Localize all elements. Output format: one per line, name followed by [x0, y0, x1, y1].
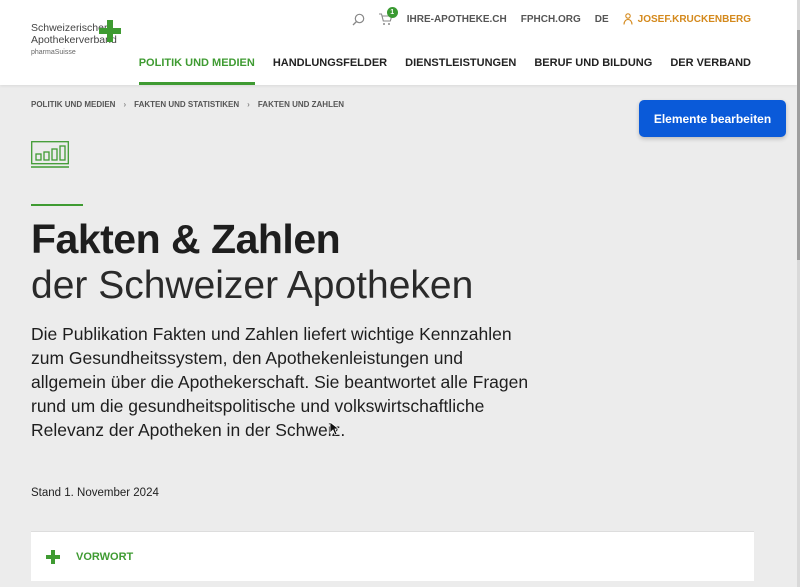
cart-icon: 1 — [378, 7, 398, 26]
logo[interactable]: Schweizerischer Apothekerverband pharmaS… — [31, 20, 121, 56]
nav-politik-und-medien[interactable]: POLITIK UND MEDIEN — [138, 57, 255, 85]
nav-beruf-und-bildung[interactable]: BERUF UND BILDUNG — [534, 57, 652, 85]
user-icon — [623, 13, 633, 25]
nav-dienstleistungen[interactable]: DIENSTLEISTUNGEN — [405, 57, 516, 85]
accordion-label: VORWORT — [76, 550, 134, 563]
breadcrumb-separator: › — [247, 100, 250, 109]
user-menu[interactable]: JOSEF.KRUCKENBERG — [623, 13, 751, 25]
top-utility-bar: 1 IHRE-APOTHEKE.CH FPHCH.ORG DE JOSEF.KR… — [338, 7, 751, 26]
lead-paragraph: Die Publikation Fakten und Zahlen liefer… — [31, 324, 529, 440]
cart-count-badge: 1 — [386, 7, 398, 18]
plus-icon — [46, 549, 60, 564]
search-icon[interactable] — [352, 13, 365, 26]
breadcrumb-item-fakten-statistiken[interactable]: FAKTEN UND STATISTIKEN — [134, 100, 239, 109]
nav-handlungsfelder[interactable]: HANDLUNGSFELDER — [273, 57, 387, 85]
breadcrumb-item-fakten-zahlen[interactable]: FAKTEN UND ZAHLEN — [258, 100, 344, 109]
publication-date: Stand 1. November 2024 — [31, 487, 159, 499]
user-name: JOSEF.KRUCKENBERG — [637, 13, 751, 25]
breadcrumb-separator: › — [123, 100, 127, 109]
accordion-vorwort[interactable]: VORWORT — [31, 531, 754, 581]
main-nav: POLITIK UND MEDIEN HANDLUNGSFELDER DIENS… — [121, 57, 751, 85]
pharmacy-cross-icon — [99, 20, 121, 42]
link-fphch[interactable]: FPHCH.ORG — [521, 14, 581, 25]
edit-elements-button[interactable]: Elemente bearbeiten — [639, 100, 786, 137]
title-divider — [31, 204, 83, 206]
page-title: Fakten & Zahlen — [31, 216, 341, 262]
link-ihre-apotheke[interactable]: IHRE-APOTHEKE.CH — [407, 14, 507, 25]
language-switch[interactable]: DE — [595, 14, 609, 25]
bar-chart-icon — [31, 141, 69, 168]
breadcrumb: POLITIK UND MEDIEN › FAKTEN UND STATISTI… — [31, 100, 344, 109]
mouse-cursor-icon — [329, 421, 339, 436]
cart-button[interactable]: 1 — [378, 7, 398, 26]
breadcrumb-item-politik[interactable]: POLITIK UND MEDIEN — [31, 100, 115, 109]
page-subtitle: der Schweizer Apotheken — [31, 264, 474, 307]
nav-der-verband[interactable]: DER VERBAND — [670, 57, 751, 85]
site-header: Schweizerischer Apothekerverband pharmaS… — [0, 0, 797, 85]
logo-line3: pharmaSuisse — [31, 49, 76, 56]
